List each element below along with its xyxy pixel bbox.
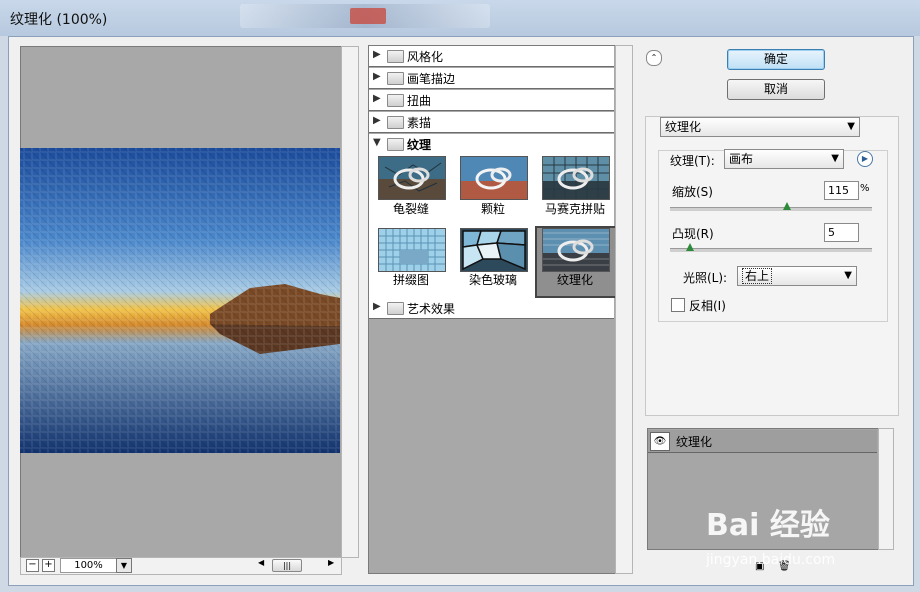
zoom-out-button[interactable]: −	[26, 559, 39, 572]
thumb-stained-glass[interactable]	[460, 228, 528, 272]
category-artistic[interactable]: ▶ 艺术效果	[369, 298, 614, 319]
category-label: 扭曲	[407, 94, 432, 108]
texture-select-value: 画布	[729, 152, 754, 166]
background-window-blur	[240, 4, 490, 28]
ok-button[interactable]: 确定	[727, 49, 825, 70]
eye-icon[interactable]: 👁	[650, 432, 670, 451]
scaling-slider-track[interactable]	[670, 207, 872, 211]
thumb-label: 染色玻璃	[468, 273, 517, 287]
collapse-gallery-icon[interactable]: ⌃	[646, 50, 662, 66]
category-label: 风格化	[407, 50, 444, 64]
horizontal-scroll-thumb[interactable]: |||	[272, 559, 302, 572]
category-label: 素描	[407, 116, 432, 130]
category-label: 艺术效果	[407, 302, 456, 316]
light-select[interactable]: 右上 ▼	[737, 266, 857, 286]
scroll-right-arrow-icon[interactable]: ▶	[328, 558, 334, 567]
texture-select[interactable]: 画布 ▼	[724, 149, 844, 169]
category-brush-strokes[interactable]: ▶ 画笔描边	[369, 68, 614, 89]
baidu-watermark-logo: Bai 经验	[706, 508, 830, 543]
window-title: 纹理化 (100%)	[10, 12, 108, 28]
expand-triangle-icon: ▶	[373, 49, 381, 60]
thumb-mosaic-tiles[interactable]	[542, 156, 610, 200]
zoom-level-field[interactable]: 100%	[60, 558, 117, 573]
expand-triangle-icon: ▶	[373, 115, 381, 126]
scaling-slider-knob[interactable]	[783, 202, 792, 210]
filter-list-scrollbar[interactable]	[615, 45, 633, 574]
relief-label: 凸现(R)	[672, 227, 714, 241]
thumb-texturizer[interactable]	[542, 228, 610, 272]
expand-triangle-icon: ▶	[373, 301, 381, 312]
invert-label: 反相(I)	[689, 299, 726, 313]
thumb-patchwork[interactable]	[378, 228, 446, 272]
category-label: 纹理	[407, 138, 432, 152]
light-label: 光照(L):	[683, 271, 728, 285]
light-select-value: 右上	[742, 268, 773, 284]
preview-image[interactable]	[20, 148, 340, 453]
category-sketch[interactable]: ▶ 素描	[369, 112, 614, 133]
thumb-label: 纹理化	[556, 273, 593, 287]
filter-select[interactable]: 纹理化 ▼	[660, 117, 860, 137]
filter-select-value: 纹理化	[665, 120, 702, 134]
category-label: 画笔描边	[407, 72, 456, 86]
scaling-unit: %	[860, 183, 870, 194]
expand-triangle-icon: ▶	[373, 93, 381, 104]
cancel-button[interactable]: 取消	[727, 79, 825, 100]
relief-slider-track[interactable]	[670, 248, 872, 252]
scaling-field[interactable]: 115	[824, 181, 859, 200]
scroll-left-arrow-icon[interactable]: ◀	[258, 558, 264, 567]
texture-label: 纹理(T):	[670, 154, 715, 168]
thumb-label: 颗粒	[480, 202, 505, 216]
category-texture[interactable]: ▼ 纹理	[369, 134, 614, 154]
open-folder-icon	[387, 138, 404, 151]
folder-icon	[387, 116, 404, 129]
thumb-label: 拼缀图	[392, 273, 429, 287]
folder-icon	[387, 94, 404, 107]
collapse-triangle-icon: ▼	[373, 137, 381, 148]
scaling-label: 缩放(S)	[672, 185, 713, 199]
thumb-craquelure[interactable]	[378, 156, 446, 200]
invert-checkbox[interactable]	[671, 298, 685, 312]
relief-slider-knob[interactable]	[686, 243, 695, 251]
category-distort[interactable]: ▶ 扭曲	[369, 90, 614, 111]
folder-icon	[387, 302, 404, 315]
thumb-grain[interactable]	[460, 156, 528, 200]
expand-triangle-icon: ▶	[373, 71, 381, 82]
chevron-down-icon: ▼	[847, 121, 855, 132]
folder-icon	[387, 50, 404, 63]
effect-layer-name: 纹理化	[676, 435, 713, 449]
layers-scrollbar[interactable]	[878, 428, 894, 550]
relief-field[interactable]: 5	[824, 223, 859, 242]
chevron-down-icon: ▼	[831, 153, 839, 164]
thumb-label: 龟裂缝	[392, 202, 429, 216]
preview-vertical-scrollbar[interactable]	[341, 46, 359, 558]
watermark-url: jingyan.baidu.com	[706, 552, 836, 568]
category-stylize[interactable]: ▶ 风格化	[369, 46, 614, 67]
zoom-in-button[interactable]: +	[42, 559, 55, 572]
folder-icon	[387, 72, 404, 85]
zoom-dropdown-arrow-icon[interactable]: ▼	[116, 558, 132, 573]
thumb-label: 马赛克拼贴	[544, 202, 605, 216]
texture-menu-arrow-icon[interactable]: ▶	[857, 151, 873, 167]
chevron-down-icon: ▼	[844, 270, 852, 281]
